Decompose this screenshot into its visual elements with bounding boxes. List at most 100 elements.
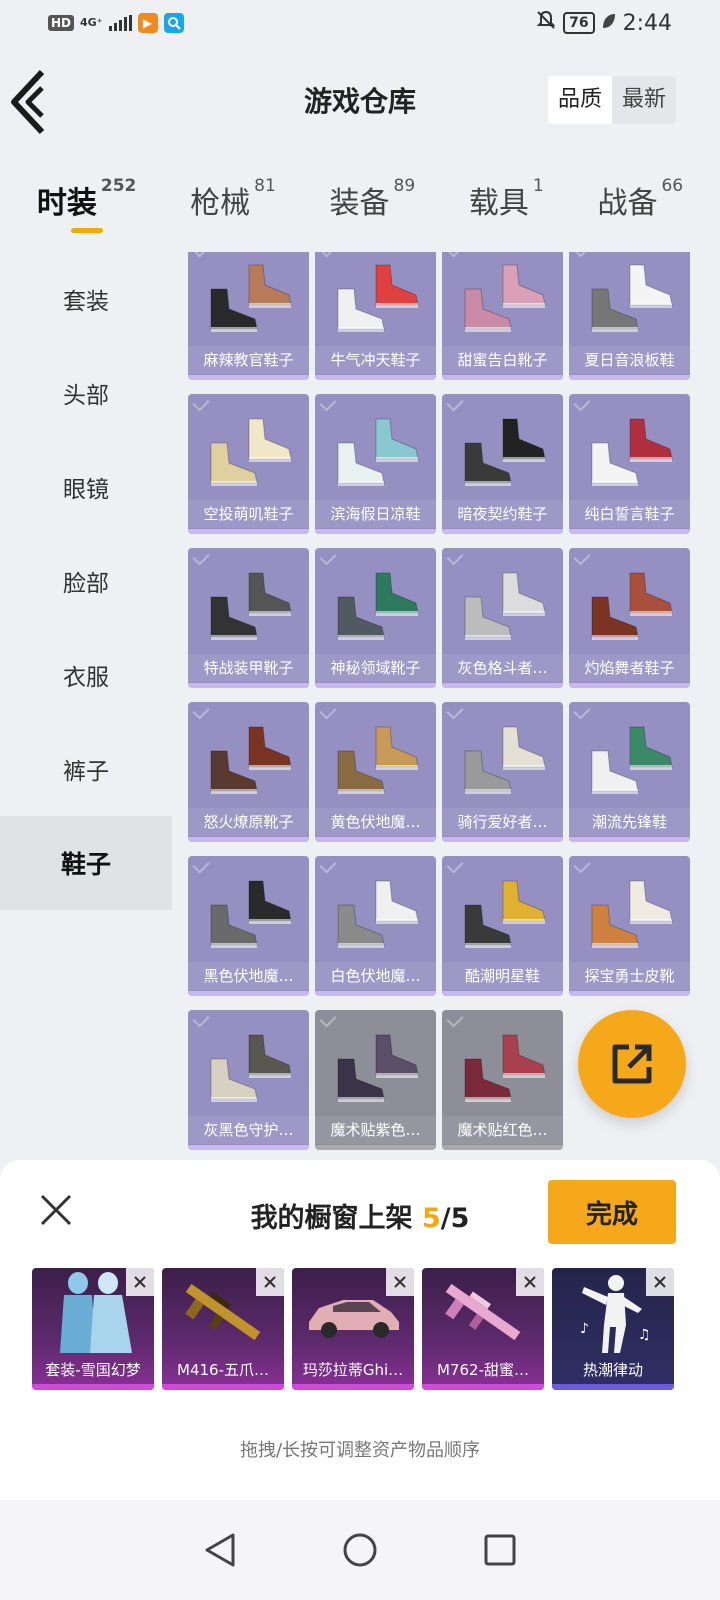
rarity-bar bbox=[569, 991, 690, 996]
sidebar-item-outfit[interactable]: 套装 bbox=[0, 252, 172, 346]
item-card[interactable]: 魔术贴红色… bbox=[442, 1010, 563, 1150]
item-card[interactable]: 白色伏地魔… bbox=[315, 856, 436, 996]
item-name: 潮流先锋鞋 bbox=[569, 808, 690, 836]
item-card[interactable]: 灼焰舞者鞋子 bbox=[569, 548, 690, 688]
item-card[interactable]: 暗夜契约鞋子 bbox=[442, 394, 563, 534]
hd-icon: HD bbox=[48, 15, 75, 31]
item-card[interactable]: 牛气冲天鞋子 bbox=[315, 252, 436, 380]
item-card[interactable]: 夏日音浪板鞋 bbox=[569, 252, 690, 380]
tab-count: 1 bbox=[532, 176, 544, 196]
item-card[interactable]: 潮流先锋鞋 bbox=[569, 702, 690, 842]
shoe-icon bbox=[315, 394, 436, 502]
shoe-icon bbox=[315, 1010, 436, 1118]
status-bar: HD 4G⁺ ▶ 76 2:44 bbox=[0, 0, 720, 46]
item-card[interactable]: 神秘领域靴子 bbox=[315, 548, 436, 688]
item-card[interactable]: 酷潮明星鞋 bbox=[442, 856, 563, 996]
item-card[interactable]: 怒火燎原靴子 bbox=[188, 702, 309, 842]
shoe-icon bbox=[188, 394, 309, 502]
nav-home-button[interactable] bbox=[340, 1530, 380, 1570]
item-card[interactable]: 黑色伏地魔… bbox=[188, 856, 309, 996]
rarity-bar bbox=[315, 837, 436, 842]
sort-latest-button[interactable]: 最新 bbox=[612, 76, 676, 124]
tab-label: 枪械 bbox=[190, 186, 251, 221]
showcase-item[interactable]: M416-五爪… bbox=[162, 1268, 284, 1390]
sort-quality-button[interactable]: 品质 bbox=[547, 76, 612, 124]
shoe-icon bbox=[442, 394, 563, 502]
item-name: 黑色伏地魔… bbox=[188, 962, 309, 990]
network-label: 4G⁺ bbox=[80, 16, 103, 29]
showcase-item[interactable]: M762-甜蜜… bbox=[422, 1268, 544, 1390]
item-name: 魔术贴紫色… bbox=[315, 1116, 436, 1144]
rarity-bar bbox=[442, 991, 563, 996]
showcase-item[interactable]: 套装-雪国幻梦 bbox=[32, 1268, 154, 1390]
item-name: 魔术贴红色… bbox=[442, 1116, 563, 1144]
rarity-bar bbox=[442, 837, 563, 842]
item-card[interactable]: 灰黑色守护… bbox=[188, 1010, 309, 1150]
sidebar-item-clothes[interactable]: 衣服 bbox=[0, 628, 172, 722]
tab-fashion[interactable]: 时装 252 bbox=[36, 176, 136, 248]
shoe-icon bbox=[569, 252, 690, 348]
close-icon bbox=[394, 1276, 406, 1288]
item-name: 牛气冲天鞋子 bbox=[315, 346, 436, 374]
showcase-count: 5 bbox=[421, 1203, 441, 1234]
sidebar-item-glasses[interactable]: 眼镜 bbox=[0, 440, 172, 534]
done-button[interactable]: 完成 bbox=[548, 1180, 676, 1244]
shoe-icon bbox=[569, 548, 690, 656]
item-card[interactable]: 空投萌叽鞋子 bbox=[188, 394, 309, 534]
showcase-item[interactable]: ♪ ♫ 热潮律动 bbox=[552, 1268, 674, 1390]
remove-item-button[interactable] bbox=[516, 1268, 544, 1296]
item-card[interactable]: 骑行爱好者… bbox=[442, 702, 563, 842]
item-card[interactable]: 麻辣教官鞋子 bbox=[188, 252, 309, 380]
shoe-icon bbox=[569, 856, 690, 964]
item-name: 夏日音浪板鞋 bbox=[569, 346, 690, 374]
showcase-item-name: 热潮律动 bbox=[582, 1361, 643, 1379]
sidebar-item-face[interactable]: 脸部 bbox=[0, 534, 172, 628]
shoe-icon bbox=[442, 548, 563, 656]
rarity-bar bbox=[162, 1384, 284, 1390]
sidebar-item-pants[interactable]: 裤子 bbox=[0, 722, 172, 816]
item-card[interactable]: 探宝勇士皮靴 bbox=[569, 856, 690, 996]
shoe-icon bbox=[188, 252, 309, 348]
item-card[interactable]: 黄色伏地魔… bbox=[315, 702, 436, 842]
sidebar-item-shoes[interactable]: 鞋子 bbox=[0, 816, 172, 910]
rarity-bar bbox=[188, 375, 309, 380]
item-name: 纯白誓言鞋子 bbox=[569, 500, 690, 528]
rarity-bar bbox=[442, 529, 563, 534]
svg-text:♪: ♪ bbox=[580, 1321, 589, 1337]
sidebar-item-head[interactable]: 头部 bbox=[0, 346, 172, 440]
remove-item-button[interactable] bbox=[126, 1268, 154, 1296]
tab-count: 81 bbox=[254, 176, 276, 196]
showcase-item[interactable]: 玛莎拉蒂Ghi… bbox=[292, 1268, 414, 1390]
remove-item-button[interactable] bbox=[386, 1268, 414, 1296]
rarity-bar bbox=[188, 683, 309, 688]
remove-item-button[interactable] bbox=[256, 1268, 284, 1296]
item-name: 白色伏地魔… bbox=[315, 962, 436, 990]
item-name: 暗夜契约鞋子 bbox=[442, 500, 563, 528]
nav-back-button[interactable] bbox=[200, 1530, 240, 1570]
nav-recents-button[interactable] bbox=[480, 1530, 520, 1570]
shoe-icon bbox=[188, 1010, 309, 1118]
item-name: 骑行爱好者… bbox=[442, 808, 563, 836]
item-name: 神秘领域靴子 bbox=[315, 654, 436, 682]
title-bar: 游戏仓库 品质 最新 bbox=[0, 58, 720, 148]
leaf-icon bbox=[601, 11, 617, 36]
tab-supplies[interactable]: 战备 66 bbox=[597, 176, 683, 248]
remove-item-button[interactable] bbox=[646, 1268, 674, 1296]
share-button[interactable] bbox=[578, 1010, 686, 1118]
item-card[interactable]: 灰色格斗者… bbox=[442, 548, 563, 688]
showcase-title-text: 我的橱窗上架 bbox=[250, 1203, 422, 1234]
shoe-icon bbox=[442, 252, 563, 348]
tab-label: 载具 bbox=[468, 186, 529, 221]
tab-guns[interactable]: 枪械 81 bbox=[190, 176, 276, 248]
tab-equipment[interactable]: 装备 89 bbox=[330, 176, 416, 248]
item-card[interactable]: 魔术贴紫色… bbox=[315, 1010, 436, 1150]
item-card[interactable]: 特战装甲靴子 bbox=[188, 548, 309, 688]
shoe-icon bbox=[315, 548, 436, 656]
item-card[interactable]: 滨海假日凉鞋 bbox=[315, 394, 436, 534]
tab-vehicles[interactable]: 载具 1 bbox=[468, 176, 544, 248]
tab-label: 时装 bbox=[36, 186, 97, 221]
item-card[interactable]: 纯白誓言鞋子 bbox=[569, 394, 690, 534]
signal-icon bbox=[108, 15, 132, 31]
item-card[interactable]: 甜蜜告白靴子 bbox=[442, 252, 563, 380]
item-name: 滨海假日凉鞋 bbox=[315, 500, 436, 528]
